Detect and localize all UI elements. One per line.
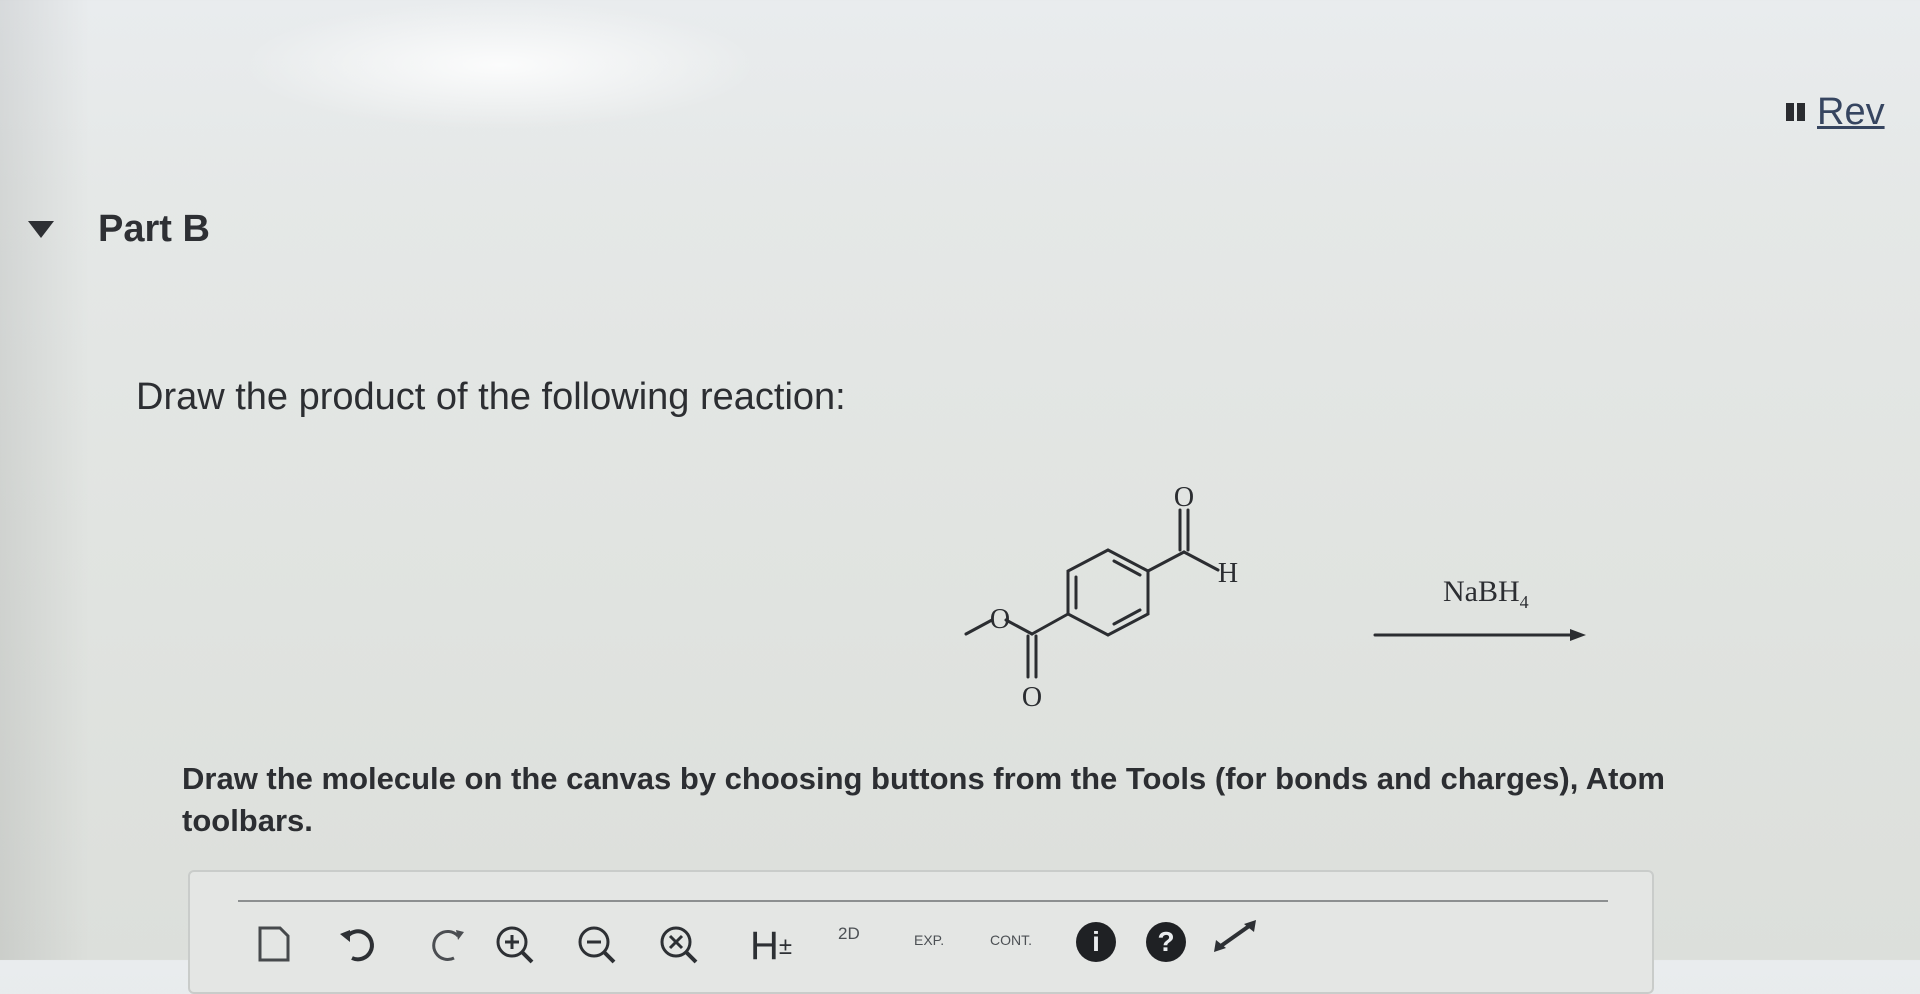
- help-icon: ?: [1146, 922, 1186, 962]
- expand-arrow-icon: [1214, 920, 1256, 952]
- h-label: H: [750, 924, 779, 968]
- editor-toolbar: H ± 2D EXP. CONT. i ?: [238, 900, 1608, 968]
- part-title: Part B: [98, 208, 210, 250]
- ring-to-ester-bond: [1030, 612, 1070, 636]
- ring-to-carbonyl-bond: [1146, 550, 1186, 573]
- cont-label: CONT.: [990, 932, 1032, 948]
- reagent-label: NaBH4: [1443, 575, 1529, 613]
- clear-button[interactable]: [658, 924, 702, 968]
- carbonyl-o-label: O: [1022, 682, 1042, 713]
- reagent-main: NaBH: [1443, 575, 1520, 608]
- 2d-label: 2D: [838, 924, 860, 943]
- review-link[interactable]: Rev: [1786, 90, 1885, 133]
- instructions-line2: toolbars.: [182, 803, 313, 838]
- instructions-line1: Draw the molecule on the canvas by choos…: [182, 761, 1665, 796]
- benzene-ring: [1066, 548, 1150, 637]
- collapse-triangle-icon[interactable]: [28, 221, 54, 238]
- info-icon: i: [1076, 922, 1116, 962]
- fullscreen-button[interactable]: [1212, 918, 1258, 954]
- zoom-out-icon: [578, 926, 616, 964]
- undo-button[interactable]: [338, 924, 378, 964]
- redo-icon: [432, 930, 464, 961]
- methyl-bond: [964, 618, 994, 636]
- screen-glare: [240, 0, 760, 130]
- review-icon: [1786, 103, 1805, 121]
- hydrogen-toggle-button[interactable]: H ±: [750, 924, 792, 969]
- h-plus-minus-label: ±: [778, 932, 793, 960]
- undo-icon: [340, 929, 374, 962]
- aldehyde-h-label: H: [1218, 558, 1238, 589]
- reaction-arrow-head: [1570, 629, 1586, 641]
- ester-o-label: O: [990, 604, 1010, 635]
- redo-button[interactable]: [428, 924, 468, 964]
- 2d-clean-button[interactable]: 2D: [838, 924, 860, 944]
- question-prompt: Draw the product of the following reacti…: [136, 376, 846, 418]
- review-label: Rev: [1817, 90, 1885, 133]
- new-document-icon: [258, 926, 290, 962]
- part-b-header[interactable]: Part B: [28, 208, 210, 251]
- clear-icon: [660, 926, 698, 964]
- zoom-in-icon: [496, 926, 534, 964]
- edge-shadow: [0, 0, 90, 960]
- zoom-in-button[interactable]: [494, 924, 538, 968]
- reagent-subscript: 4: [1519, 592, 1529, 612]
- contract-button[interactable]: CONT.: [990, 932, 1032, 948]
- expand-button[interactable]: EXP.: [914, 932, 944, 948]
- help-button[interactable]: ?: [1146, 922, 1186, 962]
- zoom-out-button[interactable]: [576, 924, 620, 968]
- aldehyde-o-label: O: [1174, 482, 1194, 513]
- aldehyde-c-h-bond: [1182, 550, 1220, 572]
- exp-label: EXP.: [914, 932, 945, 948]
- info-button[interactable]: i: [1076, 922, 1116, 962]
- new-document-button[interactable]: [256, 924, 292, 964]
- reactant-structure: O H O O: [964, 482, 1586, 713]
- instructions: Draw the molecule on the canvas by choos…: [182, 758, 1920, 842]
